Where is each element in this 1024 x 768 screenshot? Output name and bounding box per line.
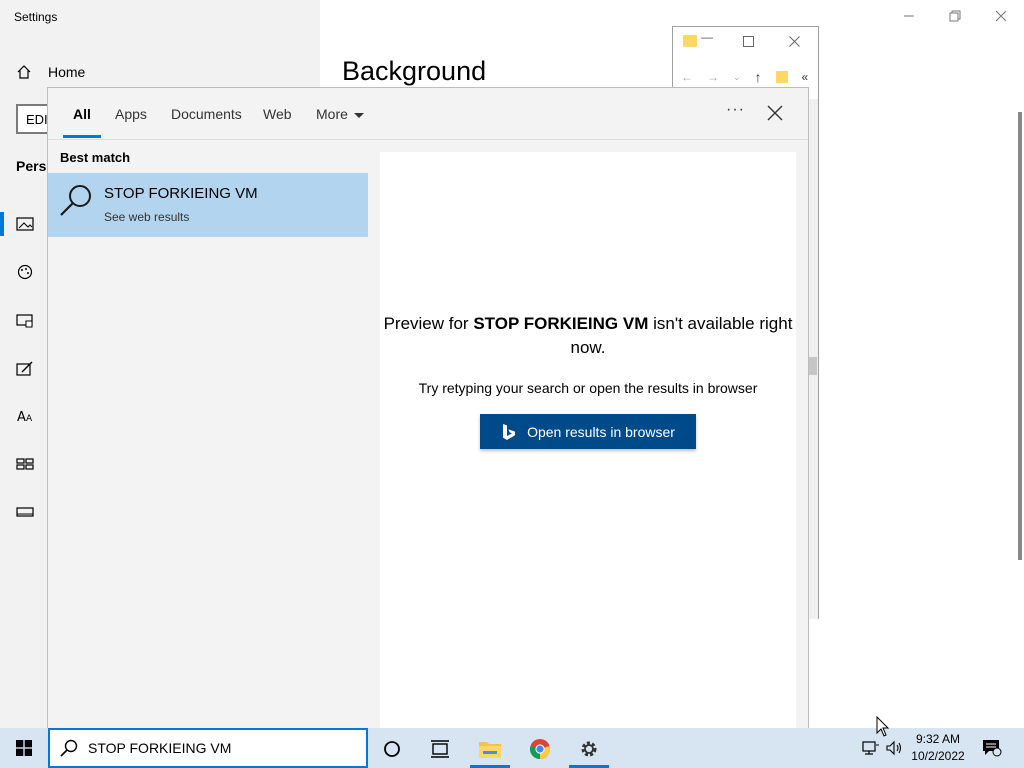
active-nav-indicator [0,212,4,236]
themes-icon[interactable] [16,361,34,377]
notification-center-icon[interactable] [982,739,1002,757]
system-clock[interactable]: 9:32 AM 10/2/2022 [904,731,972,765]
svg-text:A: A [17,410,26,424]
more-options-icon[interactable]: ··· [726,101,745,119]
close-search-icon[interactable] [766,104,784,122]
palette-icon[interactable] [16,264,34,280]
taskbar-settings-icon[interactable] [16,504,34,520]
svg-text:A: A [26,414,33,424]
forward-arrow-icon[interactable]: → [707,70,719,84]
home-label: Home [48,64,86,80]
chrome-icon [530,739,550,759]
search-panel: All Apps Documents Web More ··· Best mat… [47,87,809,729]
tab-documents[interactable]: Documents [171,106,242,122]
chrome-taskbar-button[interactable] [524,734,556,764]
explorer-nav-bar: ← → ⌄ ↑ « [681,69,808,85]
start-menu-icon[interactable] [16,456,34,472]
volume-icon[interactable] [886,740,904,756]
picture-icon[interactable] [16,216,34,232]
taskbar: STOP FORKIEING VM 9:32 AM 10/2/2022 [0,728,1024,768]
explorer-maximize-button[interactable] [743,30,754,50]
explorer-scrollbar[interactable] [808,99,818,619]
search-icon [60,739,78,757]
best-match-heading: Best match [60,150,131,165]
folder-icon [683,35,697,47]
maximize-icon [743,36,754,47]
settings-scrollbar[interactable] [1018,112,1022,560]
back-arrow-icon[interactable]: ← [681,70,693,84]
mouse-cursor-icon [876,716,890,737]
settings-section-heading: Personalization [16,158,46,174]
preview-query: STOP FORKIEING VM [473,314,649,333]
best-match-item[interactable]: STOP FORKIEING VM See web results [48,173,368,237]
tab-apps[interactable]: Apps [115,106,147,122]
minimize-button[interactable] [886,4,932,28]
open-in-browser-label: Open results in browser [527,423,675,440]
double-chevron-left-icon[interactable]: « [802,70,809,84]
explorer-close-button[interactable] [789,30,800,50]
best-match-title: STOP FORKIEING VM [104,185,258,202]
file-explorer-taskbar-button[interactable] [474,734,506,764]
start-button[interactable] [0,728,48,768]
gear-icon [581,741,597,757]
windows-logo-icon [16,740,32,756]
taskbar-search-text: STOP FORKIEING VM [88,740,232,756]
explorer-minimize-button[interactable]: — [701,30,713,44]
taskbar-search-box[interactable]: STOP FORKIEING VM [48,728,368,768]
active-tab-indicator [63,135,101,138]
clock-date: 10/2/2022 [911,749,965,763]
up-arrow-icon[interactable]: ↑ [755,69,762,85]
folder-icon [775,71,788,83]
cortana-button[interactable] [376,734,408,764]
folder-icon [479,742,501,758]
page-title: Background [342,56,487,86]
task-view-button[interactable] [424,734,456,764]
network-icon[interactable] [862,740,880,756]
scroll-thumb[interactable] [809,357,817,375]
preview-message: Preview for STOP FORKIEING VM isn't avai… [380,312,796,360]
preview-pane: Preview for STOP FORKIEING VM isn't avai… [380,152,796,729]
home-nav-item[interactable]: Home [16,64,85,80]
tab-more[interactable]: More [316,106,364,122]
task-view-icon [431,740,449,758]
restore-button[interactable] [932,4,978,28]
minimize-icon [904,15,914,17]
clock-time: 9:32 AM [915,732,961,746]
tab-all[interactable]: All [73,106,91,122]
search-tabs: All Apps Documents Web More ··· [48,88,808,140]
tab-more-label: More [316,106,348,122]
restore-icon [949,10,961,22]
home-icon [17,65,31,79]
cortana-icon [384,741,400,757]
caret-down-icon [353,112,364,118]
preview-message-prefix: Preview for [383,314,474,333]
best-match-subtitle: See web results [104,210,190,224]
bing-icon [503,423,516,440]
close-window-button[interactable] [978,4,1024,28]
preview-hint: Try retyping your search or open the res… [418,380,758,396]
lock-screen-icon[interactable] [16,313,34,329]
fonts-icon[interactable]: AA [16,408,34,424]
open-in-browser-button[interactable]: Open results in browser [480,414,696,449]
close-icon [789,36,800,47]
tab-web[interactable]: Web [263,106,292,122]
close-icon [995,10,1007,22]
settings-taskbar-button[interactable] [573,734,605,764]
settings-title: Settings [14,10,58,24]
chevron-down-icon[interactable]: ⌄ [733,72,741,83]
search-icon [60,185,91,216]
